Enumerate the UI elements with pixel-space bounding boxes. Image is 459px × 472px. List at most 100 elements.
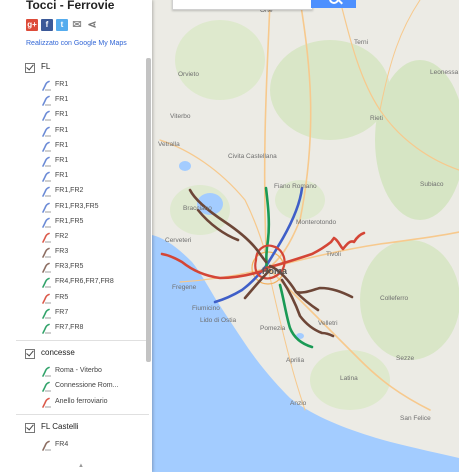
legend-item-label: Anello ferroviario (55, 397, 108, 405)
legend-item-label: FR1 (55, 111, 69, 119)
legend-item-label: Connessione Rom... (55, 382, 119, 390)
legend-item[interactable]: FR1 (16, 93, 149, 108)
place-label: Tivoli (326, 251, 341, 258)
place-label: Bracciano (183, 205, 212, 212)
legend-item[interactable]: FR1 (16, 139, 149, 154)
layer-group: concesse Roma - Viterbo Connessione Rom...… (16, 340, 149, 410)
place-label: Monterotondo (296, 219, 336, 226)
legend-item-label: FR1,FR2 (55, 187, 84, 195)
made-with-link[interactable]: Realizzato con Google My Maps (26, 40, 127, 47)
place-label: Fiumicino (192, 305, 220, 312)
legend-item[interactable]: Connessione Rom... (16, 379, 149, 394)
legend-item[interactable]: FR5 (16, 291, 149, 306)
place-label: Aprilia (286, 357, 304, 364)
legend-item-label: FR1 (55, 81, 69, 88)
place-label: Pomezia (260, 325, 286, 332)
legend-item-label: FR5 (55, 293, 69, 301)
legend-item[interactable]: FR7 (16, 306, 149, 321)
search-input[interactable] (172, 0, 313, 10)
legend-item[interactable]: FR1 (16, 169, 149, 184)
legend-item[interactable]: FR1 (16, 108, 149, 123)
legend-item[interactable]: FR1 (16, 124, 149, 139)
legend-item-label: FR7 (55, 308, 69, 316)
line-style-icon (42, 141, 51, 152)
line-style-icon (42, 308, 51, 319)
line-style-icon (42, 262, 51, 274)
layer-checkbox[interactable] (25, 349, 35, 360)
line-style-icon (42, 156, 51, 167)
place-label: Subiaco (420, 181, 444, 188)
layer-title: FL Castelli (41, 421, 79, 431)
place-label: Sezze (396, 355, 414, 362)
legend-item-label: FR1,FR3,FR5 (55, 202, 99, 210)
layer-checkbox[interactable] (25, 422, 35, 433)
layer-header[interactable]: concesse (16, 342, 149, 364)
legend-item[interactable]: FR1 (16, 154, 149, 169)
scrollbar[interactable] (146, 58, 151, 362)
place-label: Fregene (172, 284, 197, 291)
place-label: Fiano Romano (274, 183, 317, 190)
chevron-down-icon[interactable]: ▲ (78, 463, 84, 469)
layer-header[interactable]: FL (16, 56, 149, 78)
layer-group: FL Castelli FR4 (16, 413, 149, 453)
legend-item[interactable]: FR3 (16, 245, 149, 260)
legend-item-label: FR1,FR5 (55, 217, 84, 225)
legend-item[interactable]: FR3,FR5 (16, 260, 149, 275)
legend-item[interactable]: FR7,FR8 (16, 321, 149, 336)
layer-list: FL FR1 FR1 FR1 FR1 FR1 FR1 FR1 FR1,FR2 FR1,FR3,FR… (16, 56, 149, 453)
legend-item-label: Roma - Viterbo (55, 367, 102, 375)
legend-item[interactable]: Anello ferroviario (16, 395, 149, 410)
twitter-icon[interactable]: t (56, 19, 68, 31)
legend-item-label: FR7,FR8 (55, 324, 84, 331)
facebook-icon[interactable]: f (41, 19, 53, 31)
legend-panel: Tocci - Ferrovie g+ f t ✉ ⋖ Realizzato con G… (0, 0, 152, 472)
divider (16, 413, 149, 415)
line-style-icon (42, 111, 51, 122)
legend-item-label: FR1 (55, 141, 69, 149)
line-style-icon (42, 382, 51, 393)
legend-item[interactable]: FR2 (16, 230, 149, 245)
google-plus-icon[interactable]: g+ (26, 19, 38, 31)
place-label: Rieti (370, 115, 383, 122)
share-icon[interactable]: ⋖ (86, 19, 98, 31)
legend-item[interactable]: FR1,FR3,FR5 (16, 200, 149, 215)
legend-item-label: FR1 (55, 126, 69, 134)
legend-item-label: FR4,FR6,FR7,FR8 (55, 278, 114, 286)
layer-title: FL (41, 62, 51, 71)
line-style-icon (42, 397, 51, 408)
search-button[interactable] (311, 0, 356, 8)
layer-checkbox[interactable] (25, 63, 35, 73)
legend-item[interactable]: FR1 (16, 78, 149, 93)
email-icon[interactable]: ✉ (71, 19, 83, 31)
legend-item-label: FR3,FR5 (55, 263, 84, 271)
place-label: Viterbo (170, 113, 191, 120)
line-style-icon (42, 126, 51, 137)
line-style-icon (42, 95, 51, 106)
legend-item-label: FR1 (55, 96, 69, 104)
place-label: Colleferro (380, 295, 409, 302)
layer-header[interactable]: FL Castelli (16, 416, 149, 438)
place-label: Cerveteri (165, 237, 191, 244)
place-label: Velletri (318, 320, 338, 327)
legend-item[interactable]: FR1,FR2 (16, 184, 149, 199)
place-label: Terni (354, 39, 368, 46)
line-style-icon (42, 80, 51, 91)
line-style-icon (42, 293, 51, 304)
legend-item-label: FR1 (55, 156, 69, 164)
line-style-icon (42, 187, 51, 198)
line-style-icon (42, 323, 51, 334)
legend-item-label: FR1 (55, 172, 69, 180)
place-label: Vetralla (158, 141, 180, 148)
line-style-icon (42, 232, 51, 243)
legend-item[interactable]: FR4 (16, 438, 149, 453)
place-label: Leonessa (430, 69, 459, 76)
line-style-icon (42, 171, 51, 182)
legend-item[interactable]: Roma - Viterbo (16, 364, 149, 379)
legend-item-label: FR3 (55, 248, 69, 256)
layer-group: FL FR1 FR1 FR1 FR1 FR1 FR1 FR1 FR1,FR2 FR1,FR3,FR… (16, 56, 149, 336)
place-label: Lido di Ostia (200, 317, 237, 324)
legend-item[interactable]: FR4,FR6,FR7,FR8 (16, 275, 149, 290)
legend-item-label: FR2 (55, 232, 69, 240)
lake-vico (179, 161, 191, 171)
legend-item[interactable]: FR1,FR5 (16, 215, 149, 230)
